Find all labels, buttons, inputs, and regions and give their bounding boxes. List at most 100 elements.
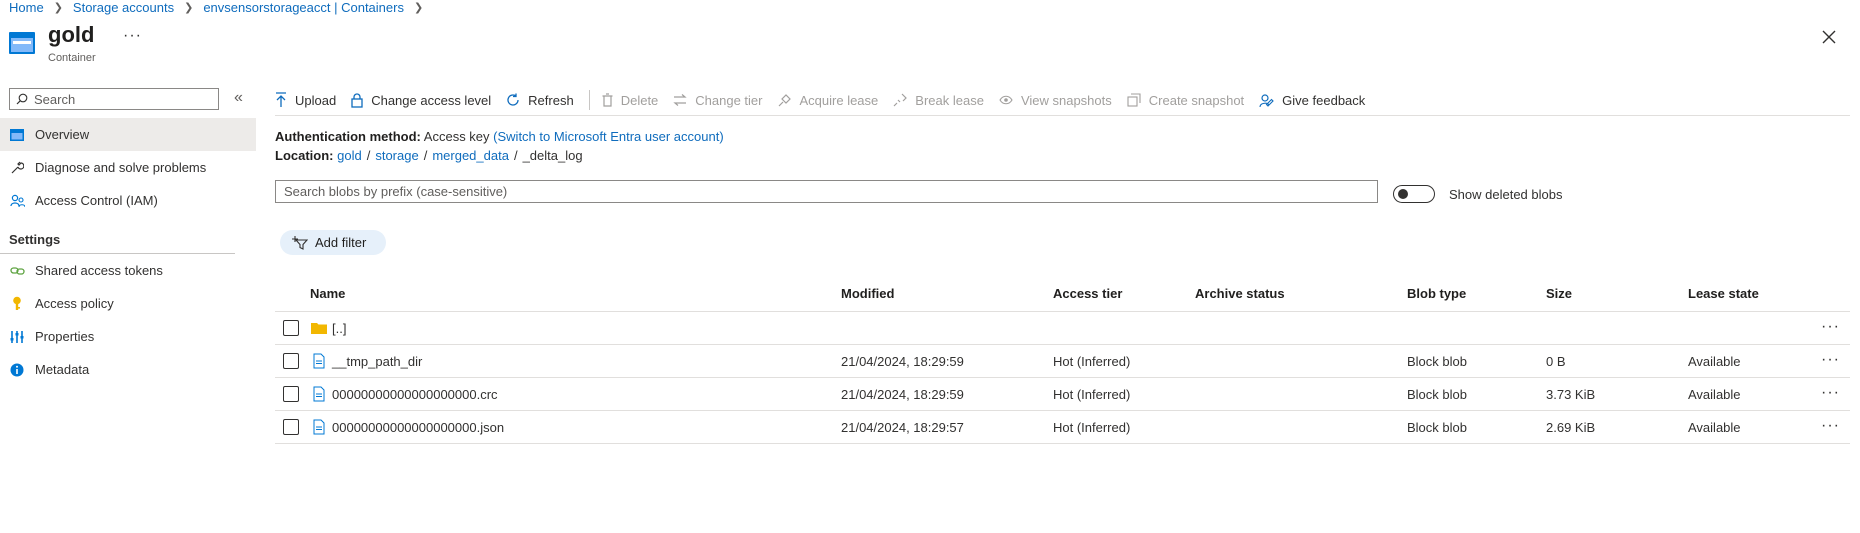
table-row[interactable]: 00000000000000000000.json 21/04/2024, 18… — [275, 411, 1850, 444]
row-blob-type: Block blob — [1407, 387, 1467, 402]
sidebar-item-overview[interactable]: Overview — [0, 118, 256, 151]
path-separator: / — [513, 148, 518, 163]
link-icon — [9, 263, 25, 279]
location-path-storage[interactable]: storage — [375, 148, 418, 163]
chevron-right-icon: ❯ — [53, 1, 63, 14]
page-header: gold Container — [9, 22, 96, 64]
sidebar-search-placeholder: Search — [34, 91, 76, 107]
switch-auth-link[interactable]: (Switch to Microsoft Entra user account) — [493, 129, 723, 144]
sidebar-item-diagnose[interactable]: Diagnose and solve problems — [0, 151, 256, 184]
wrench-icon — [9, 160, 25, 176]
snapshot-icon — [1127, 93, 1141, 107]
location-line: Location: gold / storage / merged_data / _delt… — [275, 148, 583, 163]
row-name-link[interactable]: [..] — [332, 321, 346, 336]
row-more-button[interactable]: ··· — [1821, 318, 1840, 336]
table-header: Name Modified Access tier Archive status… — [275, 279, 1850, 312]
sidebar-item-shared-access-tokens[interactable]: Shared access tokens — [0, 254, 256, 287]
breadcrumb-storage-accounts[interactable]: Storage accounts — [73, 0, 174, 15]
breadcrumb-home[interactable]: Home — [9, 0, 44, 15]
breadcrumb: Home ❯ Storage accounts ❯ envsensorstora… — [9, 0, 433, 15]
column-header-lease-state[interactable]: Lease state — [1688, 286, 1759, 301]
more-actions-button[interactable]: ··· — [123, 27, 142, 45]
sidebar-item-label: Access policy — [35, 296, 114, 311]
row-name-link[interactable]: 00000000000000000000.json — [332, 420, 504, 435]
column-header-modified[interactable]: Modified — [841, 286, 894, 301]
blob-search-input[interactable]: Search blobs by prefix (case-sensitive) — [275, 180, 1378, 203]
row-checkbox[interactable] — [283, 320, 299, 336]
auth-method-line: Authentication method: Access key (Switc… — [275, 129, 724, 144]
sidebar-item-label: Shared access tokens — [35, 263, 163, 278]
lease-icon — [778, 94, 791, 107]
sidebar-item-label: Properties — [35, 329, 95, 344]
folder-icon — [311, 323, 327, 334]
acquire-lease-button[interactable]: Acquire lease — [778, 92, 879, 108]
row-more-button[interactable]: ··· — [1821, 384, 1840, 402]
row-access-tier: Hot (Inferred) — [1053, 387, 1131, 402]
location-label: Location: — [275, 148, 334, 163]
row-name-link[interactable]: 00000000000000000000.crc — [332, 387, 498, 402]
table-row[interactable]: 00000000000000000000.crc 21/04/2024, 18:… — [275, 378, 1850, 411]
sidebar-item-metadata[interactable]: Metadata — [0, 353, 256, 386]
column-header-blob-type[interactable]: Blob type — [1407, 286, 1466, 301]
file-icon — [313, 419, 325, 435]
row-more-button[interactable]: ··· — [1821, 417, 1840, 435]
row-checkbox[interactable] — [283, 353, 299, 369]
collapse-sidebar-button[interactable]: « — [234, 89, 243, 107]
auth-method-value: Access key — [423, 129, 490, 144]
container-icon — [9, 32, 35, 54]
refresh-icon — [507, 93, 519, 106]
row-blob-type: Block blob — [1407, 420, 1467, 435]
eye-icon — [999, 95, 1013, 105]
sidebar-item-iam[interactable]: Access Control (IAM) — [0, 184, 256, 217]
change-tier-label: Change tier — [695, 92, 763, 108]
row-access-tier: Hot (Inferred) — [1053, 420, 1131, 435]
row-modified: 21/04/2024, 18:29:59 — [841, 354, 964, 369]
give-feedback-button[interactable]: Give feedback — [1259, 93, 1365, 108]
show-deleted-blobs-toggle[interactable] — [1393, 185, 1435, 203]
create-snapshot-button[interactable]: Create snapshot — [1127, 93, 1244, 108]
refresh-button[interactable]: Refresh — [506, 93, 574, 108]
row-size: 3.73 KiB — [1546, 387, 1596, 402]
sidebar-item-label: Overview — [35, 127, 90, 142]
column-header-access-tier[interactable]: Access tier — [1053, 286, 1122, 301]
acquire-lease-label: Acquire lease — [799, 92, 879, 108]
chevron-right-icon: ❯ — [184, 1, 194, 14]
filter-add-icon — [292, 235, 308, 250]
change-tier-button[interactable]: Change tier — [673, 92, 763, 108]
breadcrumb-containers[interactable]: envsensorstorageacct | Containers — [203, 0, 404, 15]
row-checkbox[interactable] — [283, 419, 299, 435]
row-checkbox[interactable] — [283, 386, 299, 402]
sidebar-search-input[interactable]: Search — [9, 88, 219, 110]
change-access-level-label: Change access level — [371, 92, 492, 108]
row-name-link[interactable]: __tmp_path_dir — [332, 354, 422, 369]
upload-button[interactable]: Upload — [275, 92, 336, 108]
refresh-label: Refresh — [528, 92, 574, 108]
blob-table: Name Modified Access tier Archive status… — [275, 279, 1850, 444]
column-header-size[interactable]: Size — [1546, 286, 1572, 301]
sidebar-item-label: Metadata — [35, 362, 90, 377]
add-filter-button[interactable]: Add filter — [280, 230, 386, 255]
sidebar-item-properties[interactable]: Properties — [0, 320, 256, 353]
view-snapshots-button[interactable]: View snapshots — [999, 93, 1112, 108]
upload-label: Upload — [295, 92, 337, 108]
table-row[interactable]: __tmp_path_dir 21/04/2024, 18:29:59 Hot … — [275, 345, 1850, 378]
search-icon — [16, 93, 28, 105]
location-path-gold[interactable]: gold — [337, 148, 362, 163]
file-icon — [313, 386, 325, 402]
key-icon — [9, 296, 25, 312]
column-header-archive-status[interactable]: Archive status — [1195, 286, 1285, 301]
lock-icon — [351, 92, 363, 108]
break-lease-button[interactable]: Break lease — [893, 93, 984, 108]
delete-button[interactable]: Delete — [602, 92, 659, 108]
page-subtitle: Container — [48, 52, 96, 64]
row-more-button[interactable]: ··· — [1821, 351, 1840, 369]
auth-method-label: Authentication method: — [275, 129, 421, 144]
delete-label: Delete — [620, 92, 659, 108]
change-access-level-button[interactable]: Change access level — [351, 93, 491, 108]
column-header-name[interactable]: Name — [310, 286, 345, 301]
location-path-merged-data[interactable]: merged_data — [432, 148, 509, 163]
row-lease-state: Available — [1688, 387, 1741, 402]
sidebar-item-access-policy[interactable]: Access policy — [0, 287, 256, 320]
close-icon[interactable] — [1821, 29, 1837, 45]
table-row[interactable]: [..] ··· — [275, 312, 1850, 345]
